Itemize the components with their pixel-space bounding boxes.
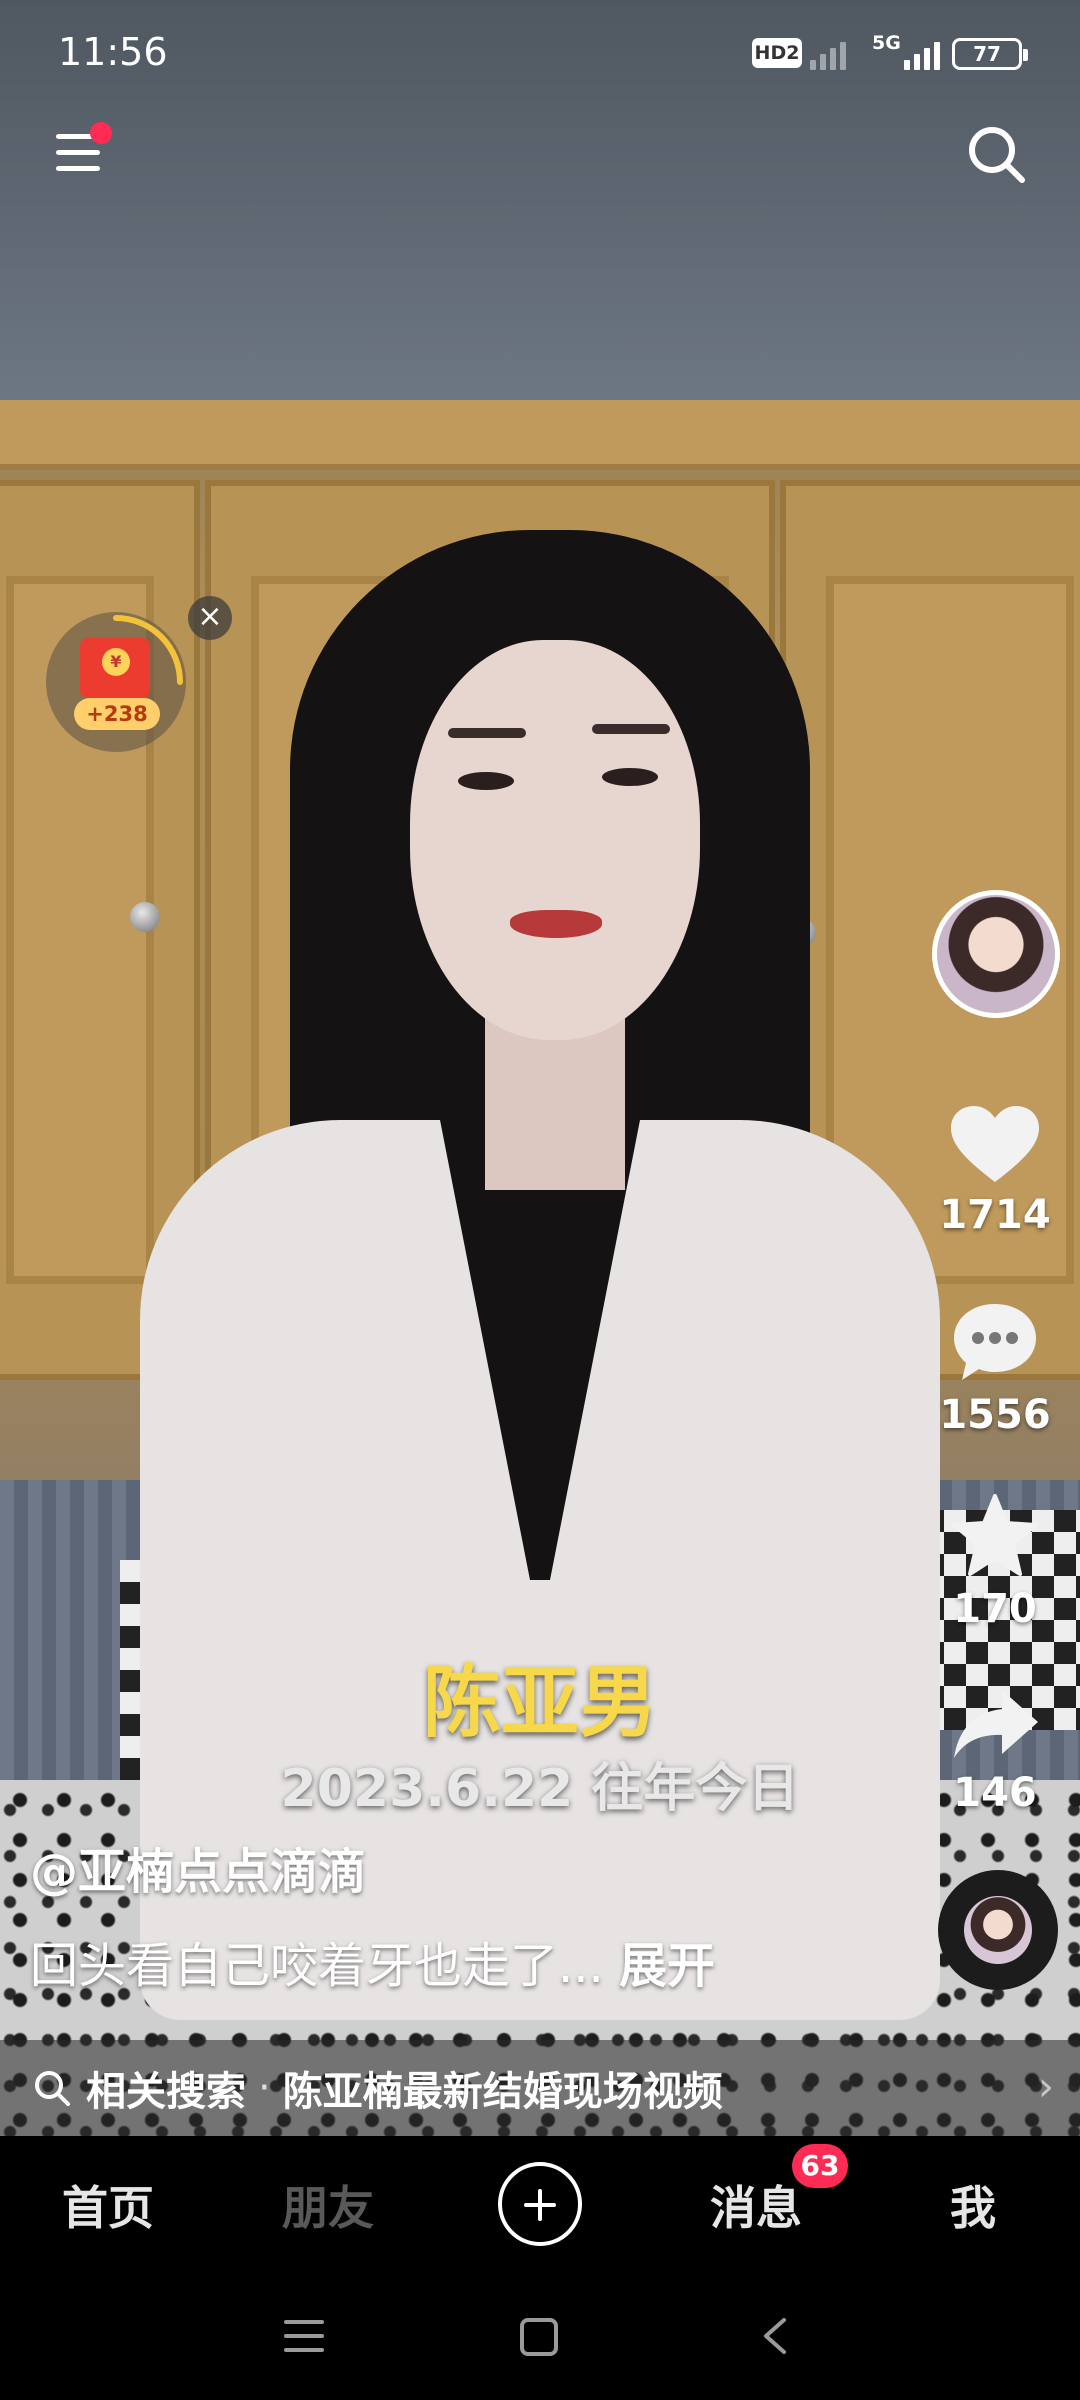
status-bar: 11:56 HD2 5G 77 xyxy=(0,0,1080,110)
related-search-query: 陈亚楠最新结婚现场视频 xyxy=(282,2069,723,2115)
tab-messages[interactable]: 消息 xyxy=(710,2172,802,2238)
tab-friends[interactable]: 朋友 xyxy=(282,2172,374,2238)
network-type-icon: 5G xyxy=(872,32,901,54)
recent-apps-icon[interactable] xyxy=(284,2318,324,2354)
comment-button[interactable]: 1556 xyxy=(920,1300,1070,1438)
author-avatar[interactable] xyxy=(932,890,1060,1018)
comment-icon xyxy=(954,1304,1036,1380)
notification-dot xyxy=(90,122,112,144)
video-person-lips xyxy=(510,910,602,938)
close-icon[interactable]: × xyxy=(188,596,232,640)
expand-link[interactable]: 展开 xyxy=(619,1938,715,1994)
video-description: 回头看自己咬着牙也走了... 展开 xyxy=(30,1926,715,1996)
favorite-button[interactable]: 170 xyxy=(920,1492,1070,1632)
tab-me[interactable]: 我 xyxy=(950,2172,996,2238)
comment-count: 1556 xyxy=(939,1392,1051,1438)
video-person-brow xyxy=(592,724,670,734)
sim1-signal-icon xyxy=(810,38,846,70)
red-envelope-icon: ¥ xyxy=(80,638,150,698)
video-person-brow xyxy=(448,728,526,738)
video-person-face xyxy=(410,640,700,1040)
red-packet-widget[interactable]: ¥ +238 xyxy=(46,612,186,752)
tab-home[interactable]: 首页 xyxy=(62,2172,154,2238)
system-nav-bar xyxy=(0,2276,1080,2400)
sim2-signal-icon xyxy=(904,38,940,70)
status-time: 11:56 xyxy=(58,30,168,74)
star-icon xyxy=(952,1494,1038,1576)
like-count: 1714 xyxy=(939,1192,1051,1238)
like-button[interactable]: 1714 xyxy=(920,1104,1070,1238)
battery-icon: 77 xyxy=(952,38,1028,70)
favorite-count: 170 xyxy=(953,1586,1037,1632)
heart-icon xyxy=(951,1106,1039,1182)
related-search-bar[interactable]: 相关搜索 · 陈亚楠最新结婚现场视频 › xyxy=(0,2040,1080,2136)
video-overlay-title: 陈亚男 xyxy=(422,1657,657,1748)
description-text: 回头看自己咬着牙也走了... xyxy=(30,1938,604,1994)
chevron-right-icon: › xyxy=(1038,2064,1054,2110)
video-person-eye xyxy=(458,772,514,790)
author-name[interactable]: @亚楠点点滴滴 xyxy=(30,1832,366,1902)
home-icon[interactable] xyxy=(520,2318,558,2356)
red-packet-reward: +238 xyxy=(74,698,160,730)
video-overlay-date: 2023.6.22 往年今日 xyxy=(280,1759,800,1819)
back-icon[interactable] xyxy=(756,2316,796,2356)
related-search-separator: · xyxy=(258,2065,271,2111)
create-post-button[interactable] xyxy=(498,2162,582,2246)
search-icon[interactable] xyxy=(964,122,1028,186)
messages-badge: 63 xyxy=(792,2144,848,2188)
music-disc[interactable] xyxy=(938,1870,1058,1990)
video-background-knob xyxy=(130,902,160,932)
music-cover-avatar xyxy=(964,1896,1032,1964)
video-background-cabinet xyxy=(0,400,1080,470)
coin-icon: ¥ xyxy=(102,648,130,676)
related-search-label: 相关搜索 xyxy=(86,2069,246,2115)
video-person-eye xyxy=(602,768,658,786)
bottom-nav: 首页 朋友 消息 63 我 xyxy=(0,2136,1080,2276)
hd-voice-icon: HD2 xyxy=(752,38,802,68)
search-icon xyxy=(35,2071,70,2106)
